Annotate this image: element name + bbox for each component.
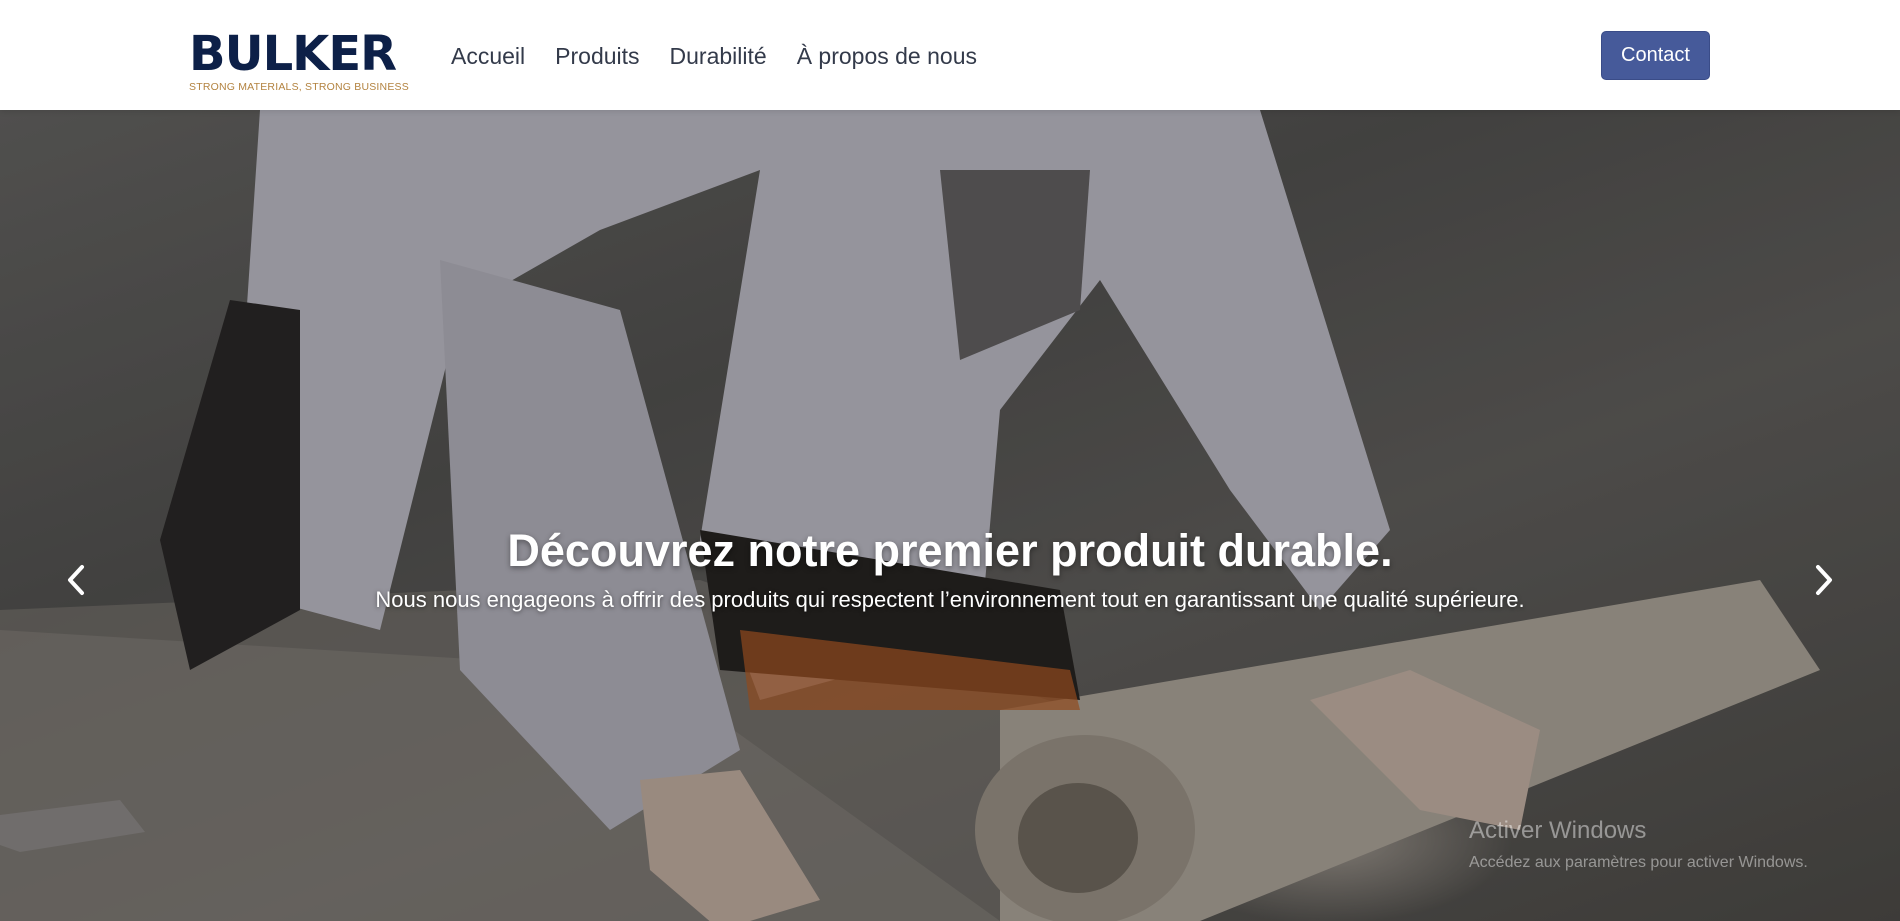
windows-activation-watermark: Activer Windows Accédez aux paramètres p… <box>1469 816 1808 872</box>
hero-title: Découvrez notre premier produit durable. <box>507 525 1393 576</box>
watermark-subtitle: Accédez aux paramètres pour activer Wind… <box>1469 854 1808 871</box>
carousel-prev-button[interactable] <box>56 552 96 608</box>
brand-logo[interactable]: BULKER STRONG MATERIALS, STRONG BUSINESS <box>189 26 409 93</box>
nav-link-produits[interactable]: Produits <box>555 40 639 72</box>
brand-tagline: STRONG MATERIALS, STRONG BUSINESS <box>189 81 409 93</box>
brand-name: BULKER <box>189 26 397 82</box>
hero-overlay <box>0 110 1900 921</box>
hero-subtitle: Nous nous engageons à offrir des produit… <box>375 587 1525 612</box>
chevron-left-icon <box>68 565 84 595</box>
hero-carousel: Découvrez notre premier produit durable.… <box>0 110 1900 921</box>
nav-link-accueil[interactable]: Accueil <box>451 40 525 72</box>
nav-link-durabilite[interactable]: Durabilité <box>670 40 767 72</box>
chevron-right-icon <box>1816 565 1832 595</box>
main-nav: Accueil Produits Durabilité À propos de … <box>451 40 977 72</box>
contact-button[interactable]: Contact <box>1601 31 1710 80</box>
nav-link-a-propos[interactable]: À propos de nous <box>797 40 977 72</box>
site-header: BULKER STRONG MATERIALS, STRONG BUSINESS… <box>0 0 1900 110</box>
carousel-next-button[interactable] <box>1804 552 1844 608</box>
watermark-title: Activer Windows <box>1469 817 1647 844</box>
